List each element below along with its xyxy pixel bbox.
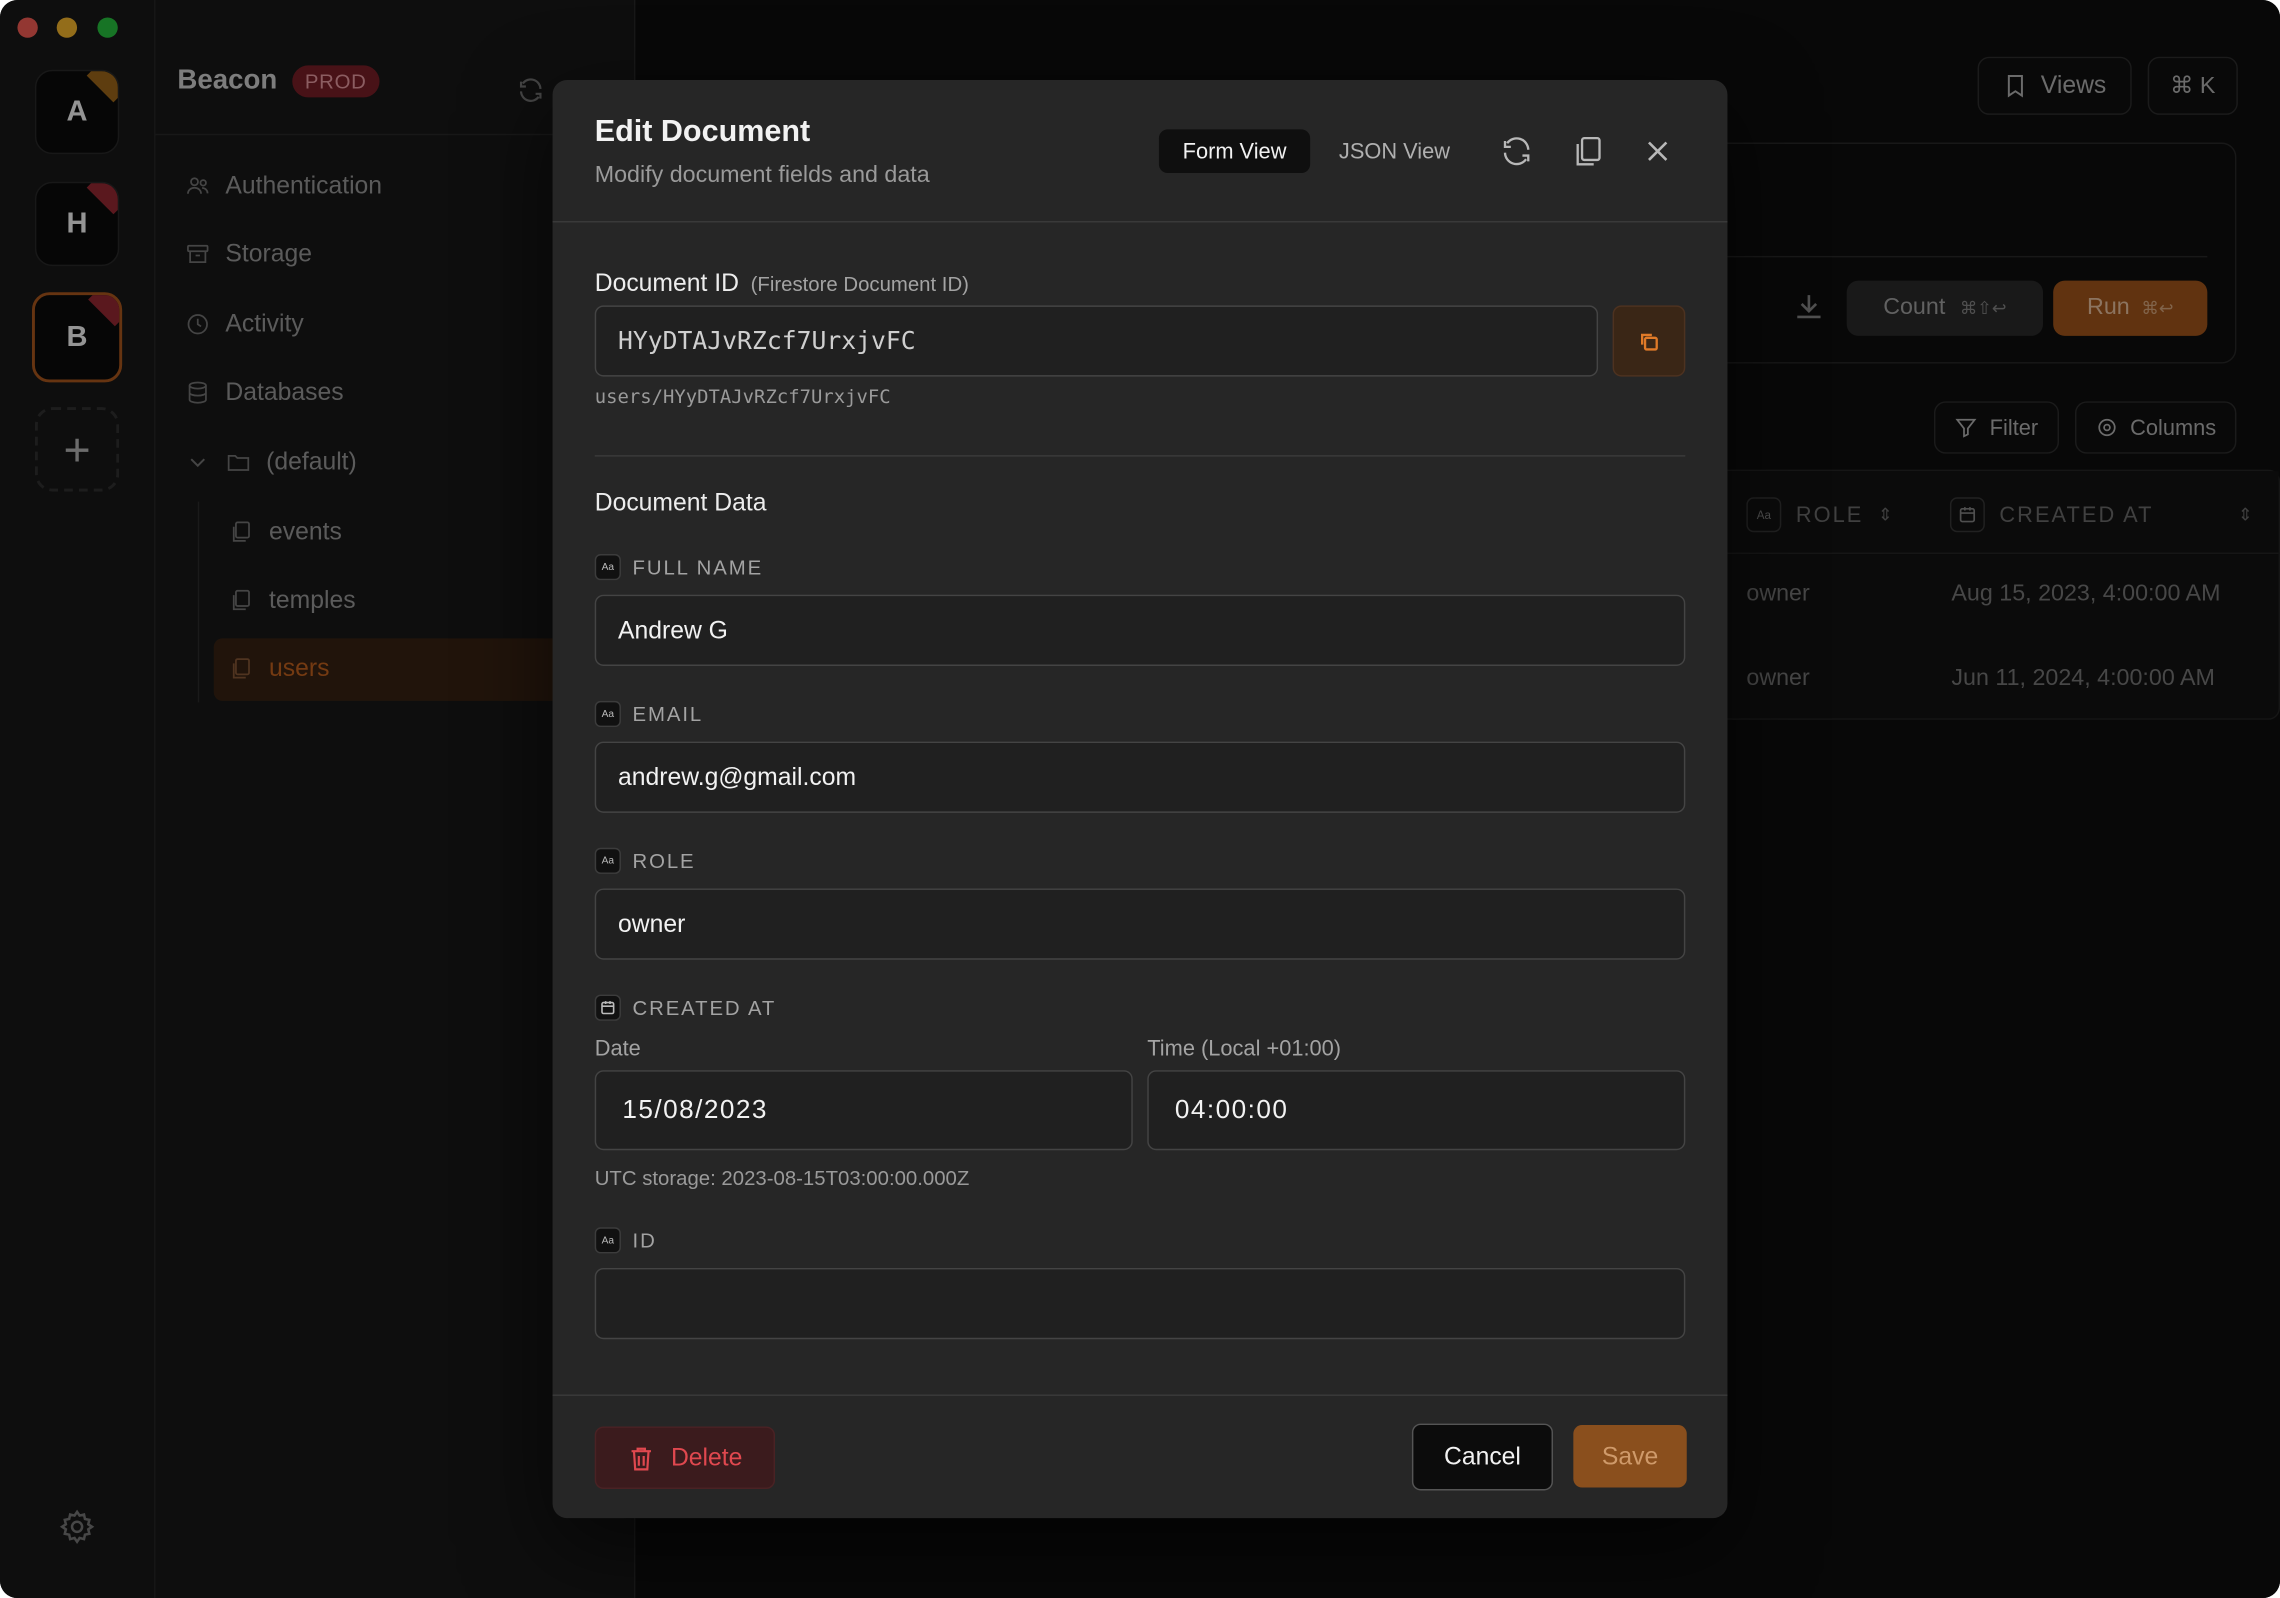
role-input[interactable]: owner	[594, 888, 1686, 960]
document-id-label: Document ID (Firestore Document ID)	[595, 269, 969, 298]
field-label-role: Aa ROLE	[594, 847, 696, 874]
duplicate-icon[interactable]	[1570, 134, 1605, 169]
divider	[594, 455, 1686, 457]
divider	[552, 221, 1728, 223]
full-name-value: Andrew G	[617, 615, 728, 644]
text-type-icon: Aa	[594, 554, 621, 581]
document-data-title: Document Data	[594, 488, 767, 517]
copy-id-button[interactable]	[1612, 305, 1686, 377]
document-id-title: Document ID	[594, 269, 739, 297]
field-label-text: ROLE	[632, 849, 696, 873]
refresh-icon[interactable]	[1499, 134, 1534, 169]
field-label-id: Aa ID	[594, 1227, 657, 1254]
field-label-text: FULL NAME	[632, 555, 764, 579]
delete-button[interactable]: Delete	[594, 1426, 776, 1489]
field-label-email: Aa EMAIL	[594, 700, 704, 728]
field-label-text: EMAIL	[632, 702, 704, 726]
document-id-value: HYyDTAJvRZcf7UrxjvFC	[617, 326, 916, 356]
document-id-hint: (Firestore Document ID)	[750, 271, 969, 296]
field-label-full-name: Aa FULL NAME	[594, 554, 764, 581]
trash-icon	[632, 1446, 652, 1470]
tab-form-view[interactable]: Form View	[1158, 129, 1311, 174]
app-frame: A H B + Beacon PROD Authentication Stora…	[0, 0, 2280, 1598]
date-label: Date	[594, 1036, 641, 1062]
calendar-icon	[594, 994, 621, 1021]
text-type-icon: Aa	[594, 847, 621, 874]
copy-icon	[1641, 333, 1658, 350]
field-label-text: ID	[632, 1228, 657, 1252]
date-input[interactable]: 15/08/2023	[594, 1070, 1133, 1151]
dialog-subtitle: Modify document fields and data	[594, 162, 930, 188]
text-type-icon: Aa	[594, 1227, 621, 1254]
email-value: andrew.g@gmail.com	[617, 762, 857, 791]
text-type-icon: Aa	[594, 700, 621, 728]
edit-document-dialog: Edit Document Modify document fields and…	[552, 79, 1728, 1519]
save-button[interactable]: Save	[1573, 1425, 1687, 1488]
divider	[552, 1394, 1728, 1396]
full-name-input[interactable]: Andrew G	[594, 594, 1686, 666]
document-id-input[interactable]: HYyDTAJvRZcf7UrxjvFC	[594, 305, 1599, 377]
id-input[interactable]	[594, 1267, 1686, 1340]
field-label-text: CREATED AT	[632, 996, 777, 1020]
field-label-created-at: CREATED AT	[594, 994, 777, 1021]
utc-storage-note: UTC storage: 2023-08-15T03:00:00.000Z	[594, 1166, 970, 1190]
time-value: 04:00:00	[1174, 1094, 1289, 1125]
document-path: users/HYyDTAJvRZcf7UrxjvFC	[594, 386, 891, 409]
date-value: 15/08/2023	[622, 1094, 768, 1125]
app-window: A H B + Beacon PROD Authentication Stora…	[0, 0, 2280, 1598]
email-input[interactable]: andrew.g@gmail.com	[594, 741, 1686, 813]
role-value: owner	[617, 909, 686, 938]
cancel-button[interactable]: Cancel	[1411, 1423, 1553, 1491]
time-input[interactable]: 04:00:00	[1147, 1070, 1686, 1151]
delete-label: Delete	[670, 1443, 743, 1471]
dialog-title: Edit Document	[594, 114, 811, 149]
tab-json-view[interactable]: JSON View	[1323, 129, 1466, 173]
close-icon[interactable]	[1640, 134, 1675, 169]
time-label: Time (Local +01:00)	[1147, 1036, 1342, 1062]
